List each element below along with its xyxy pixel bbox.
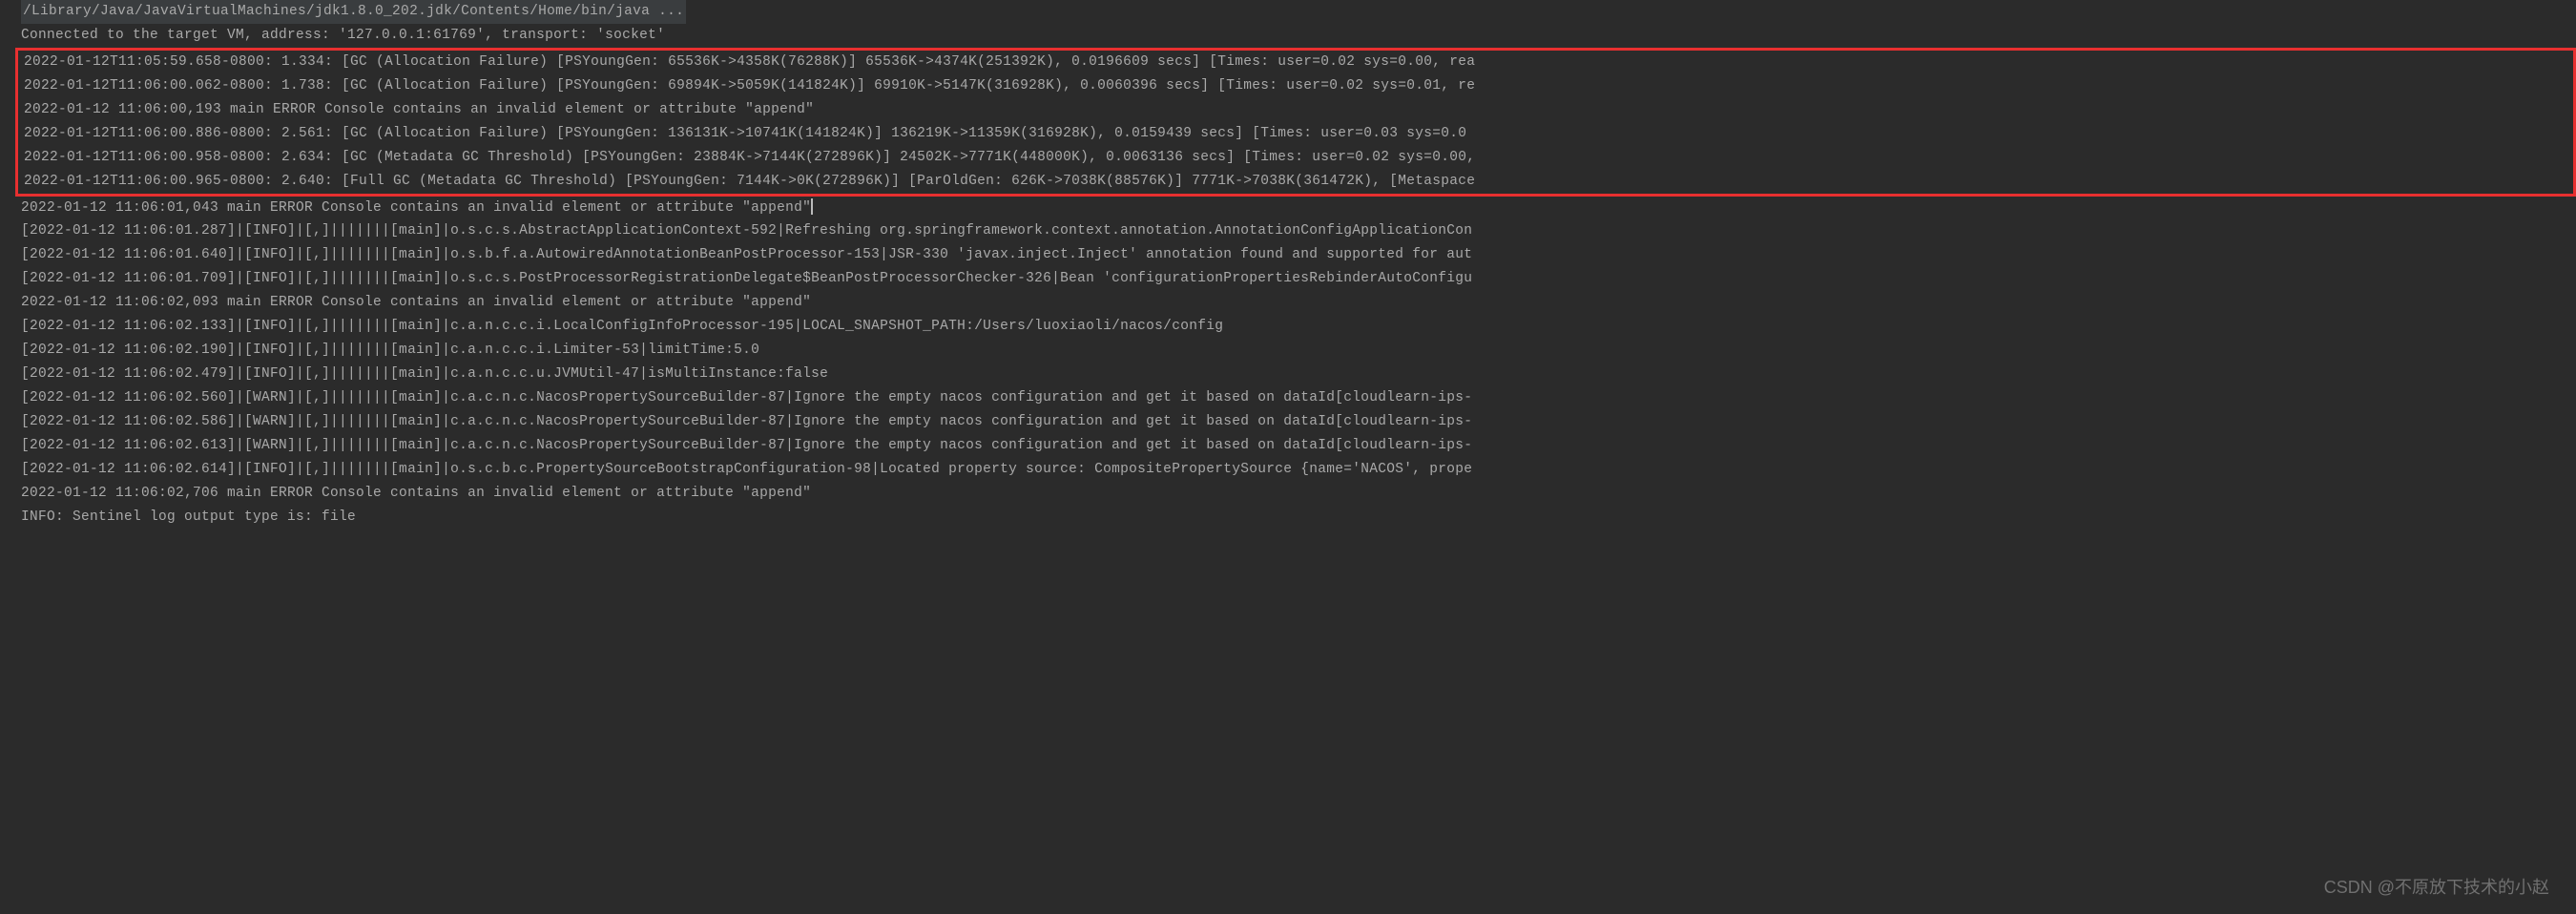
log-line: [2022-01-12 11:06:02.133]|[INFO]|[,]||||… <box>21 315 2576 339</box>
gc-log-line: 2022-01-12 11:06:00,193 main ERROR Conso… <box>24 98 2573 122</box>
gc-log-highlight-box: 2022-01-12T11:05:59.658-0800: 1.334: [GC… <box>15 48 2576 197</box>
watermark-text: CSDN @不原放下技术的小赵 <box>2324 873 2549 903</box>
log-line: [2022-01-12 11:06:02.190]|[INFO]|[,]||||… <box>21 339 2576 363</box>
gc-log-line: 2022-01-12T11:06:00.958-0800: 2.634: [GC… <box>24 146 2573 170</box>
log-line: 2022-01-12 11:06:02,706 main ERROR Conso… <box>21 482 2576 506</box>
vm-connect-line: Connected to the target VM, address: '12… <box>21 24 2576 48</box>
log-text: 2022-01-12 11:06:01,043 main ERROR Conso… <box>21 200 811 216</box>
console-output[interactable]: /Library/Java/JavaVirtualMachines/jdk1.8… <box>0 0 2576 530</box>
log-line: [2022-01-12 11:06:02.613]|[WARN]|[,]||||… <box>21 434 2576 458</box>
log-line: [2022-01-12 11:06:01.287]|[INFO]|[,]||||… <box>21 219 2576 243</box>
text-cursor <box>811 198 813 215</box>
log-line: [2022-01-12 11:06:01.640]|[INFO]|[,]||||… <box>21 243 2576 267</box>
log-line: INFO: Sentinel log output type is: file <box>21 506 2576 530</box>
gc-log-line: 2022-01-12T11:06:00.062-0800: 1.738: [GC… <box>24 74 2573 98</box>
log-line: [2022-01-12 11:06:02.479]|[INFO]|[,]||||… <box>21 363 2576 386</box>
gc-log-line: 2022-01-12T11:06:00.965-0800: 2.640: [Fu… <box>24 170 2573 194</box>
java-path-line: /Library/Java/JavaVirtualMachines/jdk1.8… <box>21 0 2576 24</box>
log-line: [2022-01-12 11:06:02.614]|[INFO]|[,]||||… <box>21 458 2576 482</box>
log-line: [2022-01-12 11:06:02.586]|[WARN]|[,]||||… <box>21 410 2576 434</box>
gc-log-line: 2022-01-12T11:06:00.886-0800: 2.561: [GC… <box>24 122 2573 146</box>
log-line: 2022-01-12 11:06:02,093 main ERROR Conso… <box>21 291 2576 315</box>
log-line: 2022-01-12 11:06:01,043 main ERROR Conso… <box>21 197 2576 220</box>
gc-log-line: 2022-01-12T11:05:59.658-0800: 1.334: [GC… <box>24 51 2573 74</box>
log-line: [2022-01-12 11:06:01.709]|[INFO]|[,]||||… <box>21 267 2576 291</box>
java-path: /Library/Java/JavaVirtualMachines/jdk1.8… <box>21 0 686 24</box>
log-line: [2022-01-12 11:06:02.560]|[WARN]|[,]||||… <box>21 386 2576 410</box>
